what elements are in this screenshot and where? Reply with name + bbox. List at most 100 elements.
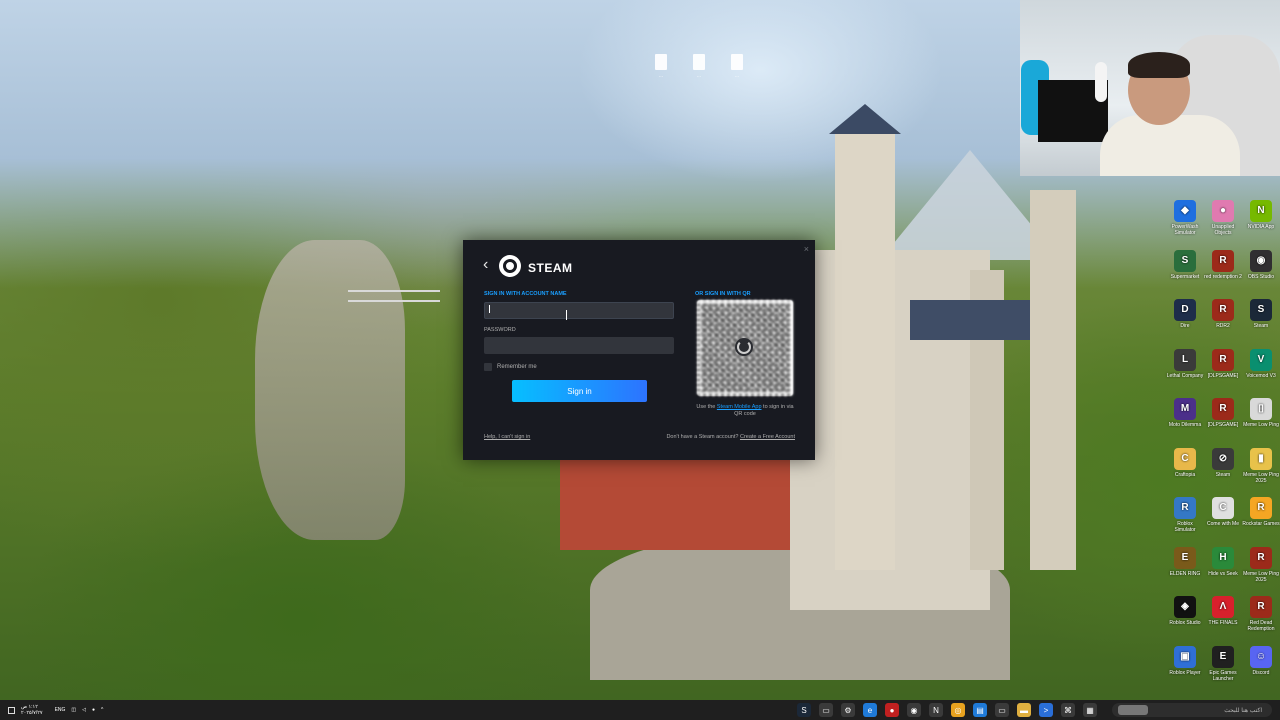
mic-icon[interactable]: ●: [92, 707, 95, 713]
search-highlight-image: [1118, 705, 1148, 715]
account-name-input[interactable]: [484, 302, 674, 319]
desktop-icon-label: Roblox Player: [1169, 669, 1201, 676]
record-icon[interactable]: ●: [885, 703, 899, 717]
link-icon[interactable]: ⌘: [1061, 703, 1075, 717]
desktop-icon[interactable]: D Dire: [1166, 299, 1204, 329]
desktop-icon[interactable]: E Epic Games Launcher: [1204, 645, 1242, 682]
desktop-icon-label: red redemption 2: [1204, 273, 1242, 280]
desktop-icon[interactable]: R [DLPSGAME]: [1204, 348, 1242, 379]
desktop-icon[interactable]: R Roblox Simulator: [1166, 497, 1204, 533]
desktop-icon[interactable]: R [DLPSGAME]: [1204, 398, 1242, 428]
checkbox-box[interactable]: [484, 363, 492, 371]
desktop-icon[interactable]: R Meme Low Ping 2025: [1242, 546, 1280, 583]
desktop-icon-label: Supermarket: [1170, 273, 1200, 280]
desktop-icon[interactable]: S Steam: [1242, 299, 1280, 329]
desktop-icon[interactable]: C Come with Me: [1204, 497, 1242, 527]
desktop-icon[interactable]: M Moto Dilemma: [1166, 398, 1204, 428]
settings-icon[interactable]: ⚙: [841, 703, 855, 717]
help-cant-sign-in-link[interactable]: Help, I can't sign in: [484, 434, 530, 440]
steam-mobile-app-link[interactable]: Steam Mobile App: [717, 404, 762, 410]
desktop-icon[interactable]: ● Unapplied Objects: [1204, 200, 1242, 236]
wallpaper-cliff: [255, 240, 405, 540]
app-icon: ◉: [1250, 249, 1272, 272]
desktop-icon-label: Rockstar Games: [1242, 521, 1280, 527]
desktop-icon[interactable]: ⊘ Steam: [1204, 447, 1242, 478]
close-icon[interactable]: ×: [804, 244, 809, 254]
desktop-icon-label: Discord: [1252, 669, 1270, 676]
desktop-icon-label: Unapplied Objects: [1211, 224, 1235, 236]
terminal-icon[interactable]: >: [1039, 703, 1053, 717]
password-input[interactable]: [484, 337, 674, 354]
desktop-icon[interactable]: R Red Dead Redemption: [1242, 596, 1280, 632]
chrome-icon[interactable]: ◎: [951, 703, 965, 717]
desktop-icon[interactable]: E ELDEN RING: [1166, 546, 1204, 577]
app-icon: E: [1174, 546, 1196, 569]
desktop-icon[interactable]: R RDR2: [1204, 299, 1242, 329]
network-icon[interactable]: ◫: [71, 707, 76, 713]
desktop-icon-label: [DLPSGAME]: [1207, 372, 1239, 379]
taskbar-search[interactable]: اكتب هنا للبحث: [1112, 703, 1272, 717]
desktop-icon-label: Red Dead Redemption: [1247, 620, 1275, 632]
app-icon: V: [1250, 348, 1272, 371]
desktop-icon[interactable]: S Supermarket: [1166, 249, 1204, 280]
desktop-icon[interactable]: V Voicemod V3: [1242, 348, 1280, 379]
desktop-icon[interactable]: R Rockstar Games: [1242, 497, 1280, 527]
explorer-icon[interactable]: ▭: [819, 703, 833, 717]
app-icon: D: [1174, 299, 1196, 321]
desktop-file[interactable]: ...: [719, 54, 755, 79]
desktop-icon-label: [DLPSGAME]: [1207, 422, 1239, 428]
desktop-icon[interactable]: Λ THE FINALS: [1204, 596, 1242, 626]
desktop-icon-label: Come with Me: [1207, 521, 1239, 527]
edge-icon[interactable]: e: [863, 703, 877, 717]
desktop-icon[interactable]: Rred redemption 2: [1204, 249, 1242, 280]
tray-overflow-icon[interactable]: ^: [101, 707, 103, 713]
volume-icon[interactable]: ◁: [82, 707, 86, 713]
back-icon[interactable]: ‹: [483, 257, 488, 273]
desktop-icon-label: Voicemod V3: [1246, 372, 1276, 379]
desktop-icon[interactable]: ◆ PowerWash Simulator: [1166, 200, 1204, 236]
app-icon: S: [1174, 249, 1196, 272]
app-icon: ▮: [1250, 447, 1272, 470]
apps-icon[interactable]: ▦: [1083, 703, 1097, 717]
account-name-label: SIGN IN WITH ACCOUNT NAME: [484, 291, 567, 297]
steam-icon[interactable]: S: [797, 703, 811, 717]
desktop-file[interactable]: ...: [681, 54, 717, 79]
desktop-icon-label: Epic Games Launcher: [1209, 669, 1237, 682]
desktop-file-label: ...: [658, 73, 664, 79]
create-account-link[interactable]: Create a Free Account: [740, 434, 795, 440]
notification-icon[interactable]: [8, 706, 15, 714]
desktop-icon[interactable]: ▮ Meme Low Ping 2025: [1242, 447, 1280, 484]
wallpaper-bridge: [348, 290, 440, 302]
store-icon[interactable]: ▤: [973, 703, 987, 717]
sign-in-button[interactable]: Sign in: [512, 380, 647, 402]
desktop-icon-label: Hide vs Seek: [1208, 570, 1238, 577]
nvidia-icon[interactable]: N: [929, 703, 943, 717]
obs-icon[interactable]: ◉: [907, 703, 921, 717]
password-label: PASSWORD: [484, 327, 516, 333]
window-icon[interactable]: ▭: [995, 703, 1009, 717]
remember-me-checkbox[interactable]: Remember me: [484, 363, 537, 371]
system-tray: ١:١٢ ص ٢٠٢٥/٧/٢٧ ENG ◫ ◁ ● ^: [8, 704, 103, 716]
desktop-icon-label: Roblox Studio: [1169, 620, 1201, 626]
desktop-icon[interactable]: ☺ Discord: [1242, 645, 1280, 676]
taskbar-apps: S ▭ ⚙ e ● ◉ N ◎ ▤ ▭ ▬ > ⌘ ▦: [797, 703, 1097, 717]
text-caret: [489, 305, 490, 313]
folder-icon[interactable]: ▬: [1017, 703, 1031, 717]
desktop-icon[interactable]: C Craftopia: [1166, 447, 1204, 478]
desktop-icon[interactable]: N NVIDIA App: [1242, 200, 1280, 230]
clock[interactable]: ١:١٢ ص ٢٠٢٥/٧/٢٧: [21, 704, 43, 716]
desktop-file[interactable]: ...: [643, 54, 679, 79]
app-icon: R: [1212, 299, 1234, 321]
qr-help-text: Use the Steam Mobile App to sign in via …: [693, 404, 797, 418]
desktop-icon[interactable]: ▣ Roblox Player: [1166, 645, 1204, 676]
file-icon: [655, 54, 667, 70]
desktop-icon-label: ELDEN RING: [1169, 570, 1201, 577]
desktop-icon[interactable]: H Hide vs Seek: [1204, 546, 1242, 577]
desktop-icon[interactable]: ◈ Roblox Studio: [1166, 596, 1204, 626]
language-indicator[interactable]: ENG: [55, 707, 66, 713]
app-icon: C: [1174, 447, 1196, 470]
desktop-icon[interactable]: ▯ Meme Low Ping: [1242, 398, 1280, 428]
desktop-icon[interactable]: ◉ OBS Studio: [1242, 249, 1280, 280]
app-icon: E: [1212, 645, 1234, 668]
desktop-icon[interactable]: L Lethal Company: [1166, 348, 1204, 379]
